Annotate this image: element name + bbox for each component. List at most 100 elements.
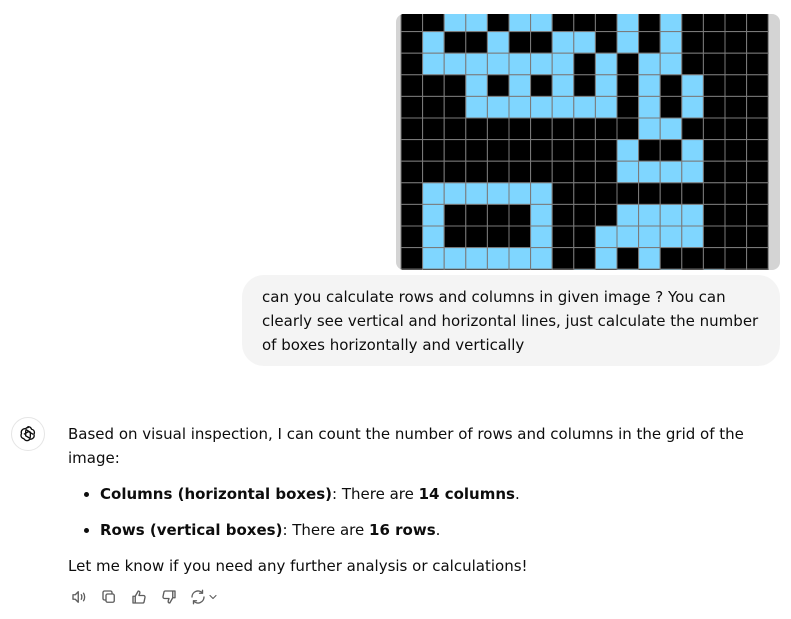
grid-cell	[659, 74, 683, 97]
grid-cell	[551, 225, 575, 249]
grid-cell	[702, 247, 726, 270]
grid-cell	[746, 268, 769, 270]
regenerate-button[interactable]	[188, 586, 220, 608]
grid-cell	[681, 247, 704, 270]
grid-cell	[594, 31, 618, 54]
grid-cell	[702, 225, 726, 249]
grid-cell	[659, 225, 683, 249]
grid-cell	[443, 203, 467, 227]
grid-cell	[400, 95, 424, 119]
thumbs-down-button[interactable]	[158, 586, 180, 608]
grid-cell	[465, 95, 488, 119]
grid-cell	[594, 95, 618, 119]
grid-cell	[486, 268, 510, 270]
grid-cell	[443, 31, 467, 54]
grid-cell	[508, 139, 532, 162]
grid-cell	[551, 52, 575, 76]
grid-cell	[400, 139, 424, 162]
grid-cell	[724, 203, 748, 227]
grid-cell	[530, 14, 553, 33]
grid-cell	[443, 95, 467, 119]
grid-cell	[616, 160, 640, 184]
regenerate-icon	[191, 589, 205, 605]
grid-cell	[508, 117, 532, 141]
grid-cell	[573, 268, 596, 270]
grid-cell	[573, 225, 596, 249]
grid-cell	[659, 52, 683, 76]
grid-cell	[702, 160, 726, 184]
grid-cell	[465, 247, 488, 270]
grid-cell	[551, 95, 575, 119]
grid-cell	[551, 268, 575, 270]
grid-cell	[724, 117, 748, 141]
grid-cell	[400, 31, 424, 54]
grid-cell	[746, 160, 769, 184]
grid-cell	[616, 225, 640, 249]
grid-cell	[681, 160, 704, 184]
grid-cell	[530, 95, 553, 119]
grid-cell	[486, 95, 510, 119]
grid-cell	[465, 52, 488, 76]
grid-cell	[659, 31, 683, 54]
grid-cell	[594, 247, 618, 270]
list-item-columns: Columns (horizontal boxes): There are 14…	[100, 482, 783, 506]
grid-cell	[724, 268, 748, 270]
grid-cell	[573, 203, 596, 227]
grid-cell	[702, 117, 726, 141]
grid-cell	[400, 117, 424, 141]
list-item-rows: Rows (vertical boxes): There are 16 rows…	[100, 518, 783, 542]
grid-cell	[659, 268, 683, 270]
grid-cell	[465, 139, 488, 162]
grid-cell	[443, 52, 467, 76]
grid-cell	[530, 52, 553, 76]
grid-cell	[638, 182, 661, 205]
thumbs-up-icon	[132, 590, 146, 604]
grid-cell	[508, 182, 532, 205]
grid-cell	[422, 117, 445, 141]
grid-cell	[573, 31, 596, 54]
grid-cell	[486, 160, 510, 184]
grid-cell	[638, 14, 661, 33]
grid-cell	[508, 247, 532, 270]
grid-cell	[508, 14, 532, 33]
grid-cell	[508, 225, 532, 249]
read-aloud-icon	[72, 591, 86, 603]
grid-cell	[486, 117, 510, 141]
grid-cell	[486, 31, 510, 54]
grid-cell	[594, 117, 618, 141]
grid-cell	[724, 160, 748, 184]
grid-cell	[530, 160, 553, 184]
user-uploaded-image[interactable]	[396, 14, 780, 270]
grid-cell	[422, 247, 445, 270]
grid-cell	[659, 203, 683, 227]
grid-cell	[659, 14, 683, 33]
copy-button[interactable]	[98, 586, 120, 608]
user-message-bubble: can you calculate rows and columns in gi…	[242, 275, 780, 366]
grid-cell	[616, 52, 640, 76]
thumbs-up-button[interactable]	[128, 586, 150, 608]
chevron-down-icon	[209, 594, 217, 600]
read-aloud-button[interactable]	[68, 586, 90, 608]
grid-cell	[465, 268, 488, 270]
grid-cell	[724, 139, 748, 162]
grid-cell	[530, 117, 553, 141]
grid-cell	[746, 117, 769, 141]
grid-cell	[681, 95, 704, 119]
grid-cell	[638, 31, 661, 54]
grid-cell	[638, 139, 661, 162]
grid-cell	[638, 225, 661, 249]
grid-cell	[400, 160, 424, 184]
grid-cell	[551, 14, 575, 33]
grid-cell	[681, 203, 704, 227]
grid-cell	[530, 247, 553, 270]
grid-cell	[746, 182, 769, 205]
grid-cell	[573, 74, 596, 97]
grid-cell	[551, 160, 575, 184]
grid-cell	[594, 268, 618, 270]
grid-cell	[594, 74, 618, 97]
grid-cell	[530, 182, 553, 205]
grid-cell	[746, 225, 769, 249]
grid-cell	[638, 95, 661, 119]
grid-cell	[443, 182, 467, 205]
grid-cell	[681, 74, 704, 97]
